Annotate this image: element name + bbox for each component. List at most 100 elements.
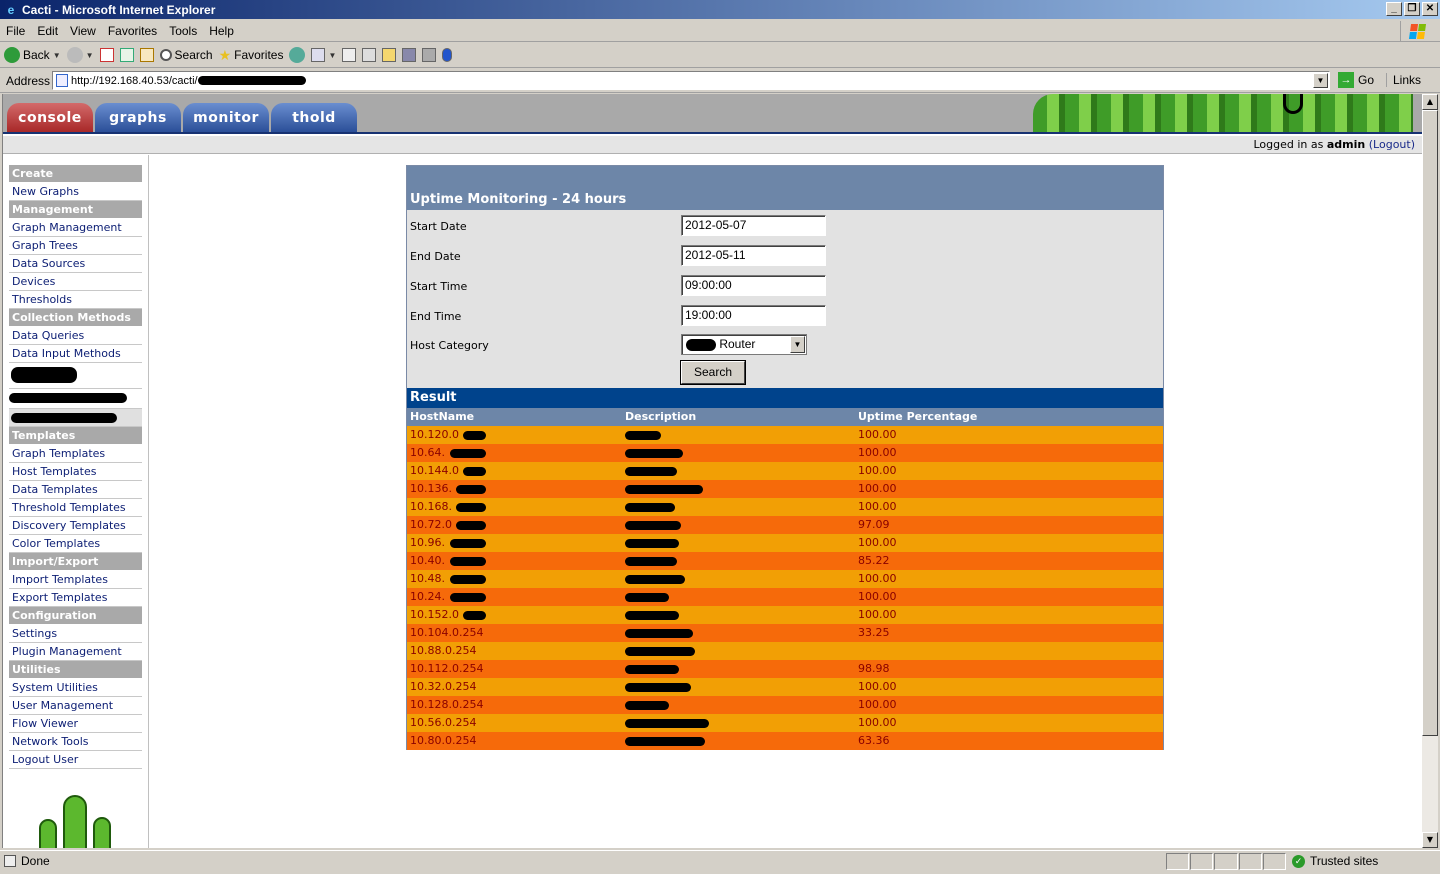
tools-button[interactable]: [422, 48, 437, 62]
print-button[interactable]: [342, 48, 357, 62]
cactus-logo-icon: [37, 795, 117, 848]
go-button[interactable]: → Go: [1338, 72, 1374, 88]
table-row: 10.32.0.254 100.00: [407, 678, 1163, 696]
menu-view[interactable]: View: [64, 24, 102, 38]
back-button[interactable]: Back ▼: [4, 47, 61, 63]
menu-bar: File Edit View Favorites Tools Help: [0, 20, 1440, 42]
sidebar-item-settings[interactable]: Settings: [9, 625, 142, 643]
edit-button[interactable]: [362, 48, 377, 62]
table-row: 10.64. 100.00: [407, 444, 1163, 462]
refresh-button[interactable]: [119, 48, 134, 62]
menu-help[interactable]: Help: [203, 24, 240, 38]
windows-logo-icon: [1400, 21, 1434, 41]
table-row: 10.168. 100.00: [407, 498, 1163, 516]
sidebar-item-plugin-management[interactable]: Plugin Management: [9, 643, 142, 661]
chevron-down-icon: ▼: [52, 50, 61, 60]
hostname-cell: 10.88.0.254: [410, 644, 477, 657]
description-cell-redacted: [625, 629, 693, 638]
scroll-down-button[interactable]: ▼: [1422, 832, 1438, 848]
sidebar-item-thresholds[interactable]: Thresholds: [9, 291, 142, 309]
start-time-input[interactable]: 09:00:00: [681, 275, 826, 296]
sidebar-item-color-templates[interactable]: Color Templates: [9, 535, 142, 553]
bluetooth-button[interactable]: [442, 48, 453, 62]
menu-tools[interactable]: Tools: [163, 24, 203, 38]
links-toolbar[interactable]: Links: [1386, 73, 1421, 87]
sidebar-header-create: Create: [9, 165, 142, 182]
sidebar-header-management: Management: [9, 201, 142, 218]
history-button[interactable]: [289, 47, 306, 63]
sidebar-item-host-templates[interactable]: Host Templates: [9, 463, 142, 481]
sidebar-item-new-graphs[interactable]: New Graphs: [9, 183, 142, 201]
column-hostname[interactable]: HostName: [410, 408, 474, 426]
tab-console[interactable]: console: [7, 103, 93, 132]
column-uptime[interactable]: Uptime Percentage: [858, 408, 977, 426]
address-input[interactable]: http://192.168.40.53/cacti/ ▼: [52, 71, 1330, 90]
close-button[interactable]: ✕: [1422, 2, 1438, 16]
sidebar-item-discovery-templates[interactable]: Discovery Templates: [9, 517, 142, 535]
redaction-mark: [456, 485, 486, 494]
end-date-input[interactable]: 2012-05-11: [681, 245, 826, 266]
favorites-button[interactable]: ★ Favorites: [219, 47, 284, 64]
stop-button[interactable]: [99, 48, 114, 62]
forward-button[interactable]: ▼: [66, 47, 94, 63]
sidebar-item-threshold-templates[interactable]: Threshold Templates: [9, 499, 142, 517]
description-cell-redacted: [625, 503, 675, 512]
vertical-scrollbar[interactable]: ▲ ▼: [1422, 94, 1438, 848]
end-time-input[interactable]: 19:00:00: [681, 305, 826, 326]
redaction-mark: [449, 593, 486, 602]
sidebar-item-devices[interactable]: Devices: [9, 273, 142, 291]
address-url: http://192.168.40.53/cacti/: [71, 74, 198, 87]
sidebar-item-data-sources[interactable]: Data Sources: [9, 255, 142, 273]
menu-file[interactable]: File: [0, 24, 31, 38]
status-text: Done: [21, 854, 50, 868]
table-row: 10.104.0.254 33.25: [407, 624, 1163, 642]
research-button[interactable]: [402, 48, 417, 62]
sidebar-item-export-templates[interactable]: Export Templates: [9, 589, 142, 607]
sidebar-item-graph-management[interactable]: Graph Management: [9, 219, 142, 237]
chevron-down-icon[interactable]: ▼: [1313, 73, 1328, 88]
sidebar-item-data-templates[interactable]: Data Templates: [9, 481, 142, 499]
scroll-up-button[interactable]: ▲: [1422, 94, 1438, 110]
status-bar: Done ✓ Trusted sites: [0, 850, 1440, 872]
hostname-cell: 10.144.0: [410, 464, 459, 477]
sidebar-item-logout-user[interactable]: Logout User: [9, 751, 142, 769]
mail-button[interactable]: ▼: [311, 48, 336, 62]
table-row: 10.144.0 100.00: [407, 462, 1163, 480]
scroll-thumb[interactable]: [1422, 110, 1438, 736]
uptime-panel: Uptime Monitoring - 24 hours Start Date …: [406, 165, 1164, 750]
sidebar-item-data-queries[interactable]: Data Queries: [9, 327, 142, 345]
description-cell-redacted: [625, 575, 685, 584]
uptime-cell: 63.36: [858, 734, 890, 747]
menu-edit[interactable]: Edit: [31, 24, 64, 38]
sidebar-item-system-utilities[interactable]: System Utilities: [9, 679, 142, 697]
sidebar-item-network-tools[interactable]: Network Tools: [9, 733, 142, 751]
sidebar-item-data-input-methods[interactable]: Data Input Methods: [9, 345, 142, 363]
search-button[interactable]: Search: [159, 48, 213, 62]
sidebar-item-flow-viewer[interactable]: Flow Viewer: [9, 715, 142, 733]
home-button[interactable]: [139, 48, 154, 62]
sidebar-item-redacted-selected[interactable]: [9, 409, 142, 427]
host-category-select[interactable]: Router ▼: [681, 334, 807, 355]
logout-link[interactable]: (Logout): [1369, 138, 1415, 151]
folder-button[interactable]: [382, 48, 397, 62]
sidebar-item-graph-trees[interactable]: Graph Trees: [9, 237, 142, 255]
tab-graphs[interactable]: graphs: [95, 103, 181, 132]
tab-thold[interactable]: thold: [271, 103, 357, 132]
logged-user: admin: [1326, 138, 1366, 151]
sidebar: Create New Graphs Management Graph Manag…: [3, 155, 149, 848]
table-row: 10.40. 85.22: [407, 552, 1163, 570]
sidebar-item-user-management[interactable]: User Management: [9, 697, 142, 715]
start-date-input[interactable]: 2012-05-07: [681, 215, 826, 236]
status-panes: [1166, 853, 1287, 870]
search-button[interactable]: Search: [681, 361, 745, 384]
minimize-button[interactable]: _: [1386, 2, 1402, 16]
uptime-cell: 85.22: [858, 554, 890, 567]
sidebar-item-graph-templates[interactable]: Graph Templates: [9, 445, 142, 463]
restore-button[interactable]: ❐: [1404, 2, 1420, 16]
tab-monitor[interactable]: monitor: [183, 103, 269, 132]
sidebar-item-redacted[interactable]: [9, 363, 142, 389]
menu-favorites[interactable]: Favorites: [102, 24, 163, 38]
column-description[interactable]: Description: [625, 408, 696, 426]
sidebar-item-redacted[interactable]: [9, 389, 142, 409]
sidebar-item-import-templates[interactable]: Import Templates: [9, 571, 142, 589]
